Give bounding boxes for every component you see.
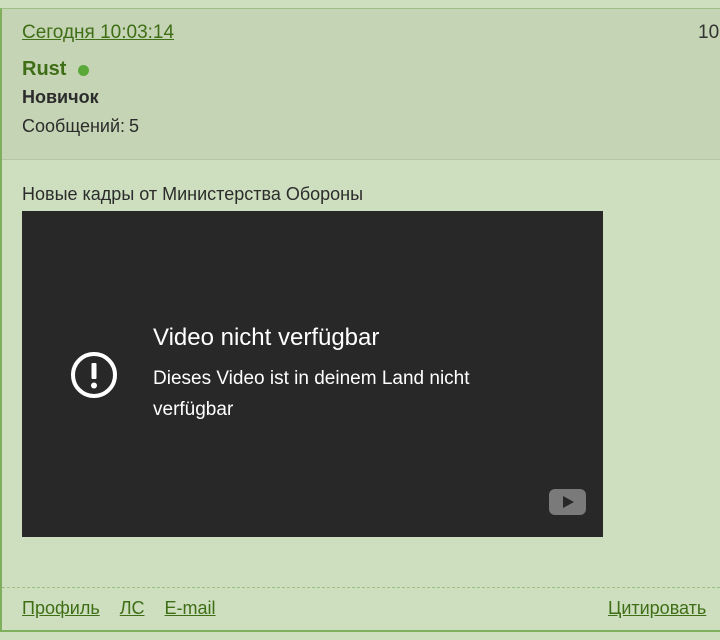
post-body-text: Новые кадры от Министерства Обороны (22, 184, 364, 204)
embedded-video[interactable]: Video nicht verfügbar Dieses Video ist i… (22, 211, 603, 537)
forum-post: Сегодня 10:03:14 10 Rust Новичок Сообщен… (0, 8, 720, 632)
messages-label: Сообщений: (22, 116, 125, 136)
post-footer-links: Профиль ЛС E-mail (22, 598, 216, 619)
quote-link[interactable]: Цитировать (608, 598, 706, 619)
author-name[interactable]: Rust (22, 58, 66, 81)
messages-count: 5 (129, 116, 140, 136)
online-status-icon (78, 65, 90, 76)
email-link[interactable]: E-mail (165, 598, 216, 619)
alert-circle-icon (71, 352, 117, 398)
youtube-icon[interactable] (549, 489, 586, 515)
profile-link[interactable]: Профиль (22, 598, 100, 619)
video-unavailable-message: Dieses Video ist in deinem Land nicht ve… (153, 368, 470, 420)
author-rank: Новичок (22, 87, 99, 107)
footer-divider (2, 587, 720, 588)
post-timestamp-link[interactable]: Сегодня 10:03:14 (22, 22, 174, 44)
video-unavailable-title: Video nicht verfügbar (153, 324, 380, 351)
post-header: Сегодня 10:03:14 10 Rust Новичок Сообщен… (2, 9, 720, 160)
author-row: Rust (22, 58, 90, 81)
post-number: 10 (698, 22, 720, 43)
private-message-link[interactable]: ЛС (120, 598, 145, 619)
author-message-count: Сообщений: 5 (22, 116, 139, 137)
